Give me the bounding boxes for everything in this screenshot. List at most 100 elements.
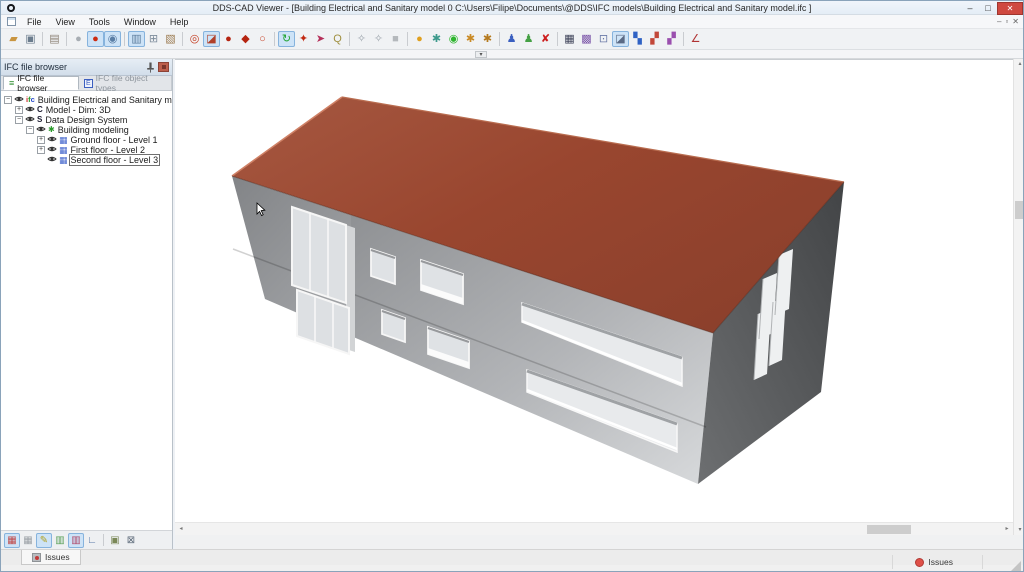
grid-purple-icon[interactable]: ▩ — [578, 31, 595, 47]
3d-building-model[interactable] — [175, 60, 1013, 523]
person-green-icon[interactable]: ♟ — [520, 31, 537, 47]
visibility-eye-icon[interactable] — [25, 105, 35, 115]
collapse-icon[interactable]: − — [4, 96, 12, 104]
collapse-icon[interactable]: − — [26, 126, 34, 134]
resize-grip[interactable] — [1011, 561, 1021, 571]
red-donut-icon[interactable]: ◎ — [186, 31, 203, 47]
save-file-icon[interactable]: ▣ — [22, 31, 39, 47]
expand-icon[interactable]: + — [37, 146, 45, 154]
mdi-document-icon[interactable] — [7, 17, 16, 26]
menu-window[interactable]: Window — [117, 17, 163, 27]
sun-position-icon[interactable]: ● — [411, 31, 428, 47]
combo-dropdown-arrow[interactable]: ▾ — [475, 51, 487, 58]
gears-orange-1-icon[interactable]: ✱ — [462, 31, 479, 47]
copy-view-icon[interactable]: ▤ — [46, 31, 63, 47]
screenshot-icon[interactable]: ▥ — [128, 31, 145, 47]
tree-item-label[interactable]: First floor - Level 2 — [70, 145, 147, 155]
view-leaf-icon[interactable]: ▥ — [52, 533, 68, 548]
z-axis-icon[interactable]: ∠ — [687, 31, 704, 47]
tree-item-building-modeling[interactable]: − ✱ Building modeling — [1, 125, 172, 135]
walk-person-1-icon[interactable]: ✧ — [353, 31, 370, 47]
collapse-icon[interactable]: − — [15, 116, 23, 124]
restore-button[interactable]: □ — [979, 2, 997, 15]
tree-item-label[interactable]: Second floor - Level 3 — [68, 154, 161, 166]
status-issues-indicator[interactable]: Issues — [915, 557, 953, 567]
visibility-eye-icon[interactable] — [47, 145, 57, 155]
view-grid-icon[interactable]: ▦ — [20, 533, 36, 548]
expand-icon[interactable]: + — [37, 136, 45, 144]
menu-tools[interactable]: Tools — [82, 17, 117, 27]
open-file-icon[interactable]: ▰ — [5, 31, 22, 47]
vertical-scrollbar[interactable]: ▴ ▾ — [1013, 59, 1023, 535]
horizontal-scroll-thumb[interactable] — [867, 525, 911, 534]
issues-tab[interactable]: Issues — [21, 550, 81, 565]
edit-pencil-icon[interactable]: ✎ — [36, 532, 52, 548]
tree-item-data-design-system[interactable]: − S Data Design System — [1, 115, 172, 125]
visibility-eye-icon[interactable] — [36, 125, 46, 135]
person-blue-icon[interactable]: ♟ — [503, 31, 520, 47]
horizontal-scrollbar[interactable]: ◂ ▸ — [175, 522, 1013, 535]
panel-close-icon[interactable] — [158, 62, 169, 72]
sync-green-icon[interactable]: ◉ — [445, 31, 462, 47]
model-viewport[interactable] — [175, 59, 1013, 522]
view-sphere-gray-icon[interactable]: ● — [70, 31, 87, 47]
refresh-model-icon[interactable]: ↻ — [278, 31, 295, 47]
tree-item-second-floor-level-3[interactable]: ▦ Second floor - Level 3 — [1, 154, 172, 166]
zoom-tool-icon[interactable]: Q — [329, 31, 346, 47]
chart-purple-icon[interactable]: ▞ — [663, 31, 680, 47]
chart-blue-icon[interactable]: ▚ — [629, 31, 646, 47]
menu-view[interactable]: View — [49, 17, 82, 27]
image-2-icon[interactable]: ⊠ — [123, 533, 139, 548]
red-cube-icon[interactable]: ◆ — [237, 31, 254, 47]
menu-help[interactable]: Help — [163, 17, 196, 27]
mdi-control-2[interactable]: ✕ — [1012, 17, 1019, 26]
new-window-icon[interactable]: ⊞ — [145, 31, 162, 47]
grid-dark-icon[interactable]: ▦ — [561, 31, 578, 47]
minimize-button[interactable]: ‒ — [961, 2, 979, 15]
visibility-eye-icon[interactable] — [14, 95, 24, 105]
tree-item-label[interactable]: Model - Dim: 3D — [45, 105, 112, 115]
tab-ifc-file-browser[interactable]: ≡ IFC file browser — [3, 73, 80, 93]
view-3d-cube-icon[interactable]: ◪ — [612, 31, 629, 47]
settings-gear-icon[interactable]: ✱ — [428, 31, 445, 47]
tree-item-building-electrical-and-sanitary-model-ifc[interactable]: − ifcBuilding Electrical and Sanitary mod… — [1, 95, 172, 105]
view-chart-icon[interactable]: ∟ — [84, 533, 100, 548]
view-columns-icon[interactable]: ▥ — [68, 532, 84, 548]
tree-item-label[interactable]: Data Design System — [44, 115, 128, 125]
visibility-eye-icon[interactable] — [47, 135, 57, 145]
visibility-eye-icon[interactable] — [47, 155, 57, 165]
tree-item-first-floor-level-2[interactable]: + ▦ First floor - Level 2 — [1, 145, 172, 155]
model-package-icon[interactable]: ▧ — [162, 31, 179, 47]
scroll-down-icon[interactable]: ▾ — [1014, 525, 1023, 535]
red-ring-icon[interactable]: ○ — [254, 31, 271, 47]
vertical-scroll-thumb[interactable] — [1015, 201, 1023, 219]
tab-ifc-file-object-types[interactable]: E IFC file object types — [79, 73, 172, 93]
red-box-3d-icon[interactable]: ◪ — [203, 31, 220, 47]
visibility-eye-icon[interactable] — [25, 115, 35, 125]
mdi-control-0[interactable]: ‒ — [997, 17, 1001, 26]
zoom-document-icon[interactable]: ◉ — [104, 31, 121, 47]
stop-box-icon[interactable]: ■ — [387, 31, 404, 47]
fly-mode-icon[interactable]: ➤ — [312, 31, 329, 47]
delete-red-icon[interactable]: ✘ — [537, 31, 554, 47]
walk-mode-icon[interactable]: ✦ — [295, 31, 312, 47]
gears-orange-2-icon[interactable]: ✱ — [479, 31, 496, 47]
scroll-up-icon[interactable]: ▴ — [1014, 59, 1023, 69]
tree-item-ground-floor-level-1[interactable]: + ▦ Ground floor - Level 1 — [1, 135, 172, 145]
close-button[interactable]: ✕ — [997, 1, 1023, 15]
tree-item-label[interactable]: Building modeling — [57, 125, 130, 135]
tree-item-label[interactable]: Building Electrical and Sanitary model.i… — [37, 95, 172, 105]
pin-icon[interactable] — [146, 62, 155, 73]
view-plan-icon[interactable]: ▦ — [4, 532, 20, 548]
image-1-icon[interactable]: ▣ — [107, 533, 123, 548]
walk-person-2-icon[interactable]: ✧ — [370, 31, 387, 47]
view-sphere-red-icon[interactable]: ● — [87, 31, 104, 47]
menu-file[interactable]: File — [20, 17, 49, 27]
tree-item-model-dim-3d[interactable]: + C Model - Dim: 3D — [1, 105, 172, 115]
tree-item-label[interactable]: Ground floor - Level 1 — [70, 135, 159, 145]
mdi-control-1[interactable]: ▫ — [1005, 17, 1008, 26]
window-stack-icon[interactable]: ⊡ — [595, 31, 612, 47]
chart-red-green-icon[interactable]: ▞ — [646, 31, 663, 47]
red-sphere-icon[interactable]: ● — [220, 31, 237, 47]
expand-icon[interactable]: + — [15, 106, 23, 114]
